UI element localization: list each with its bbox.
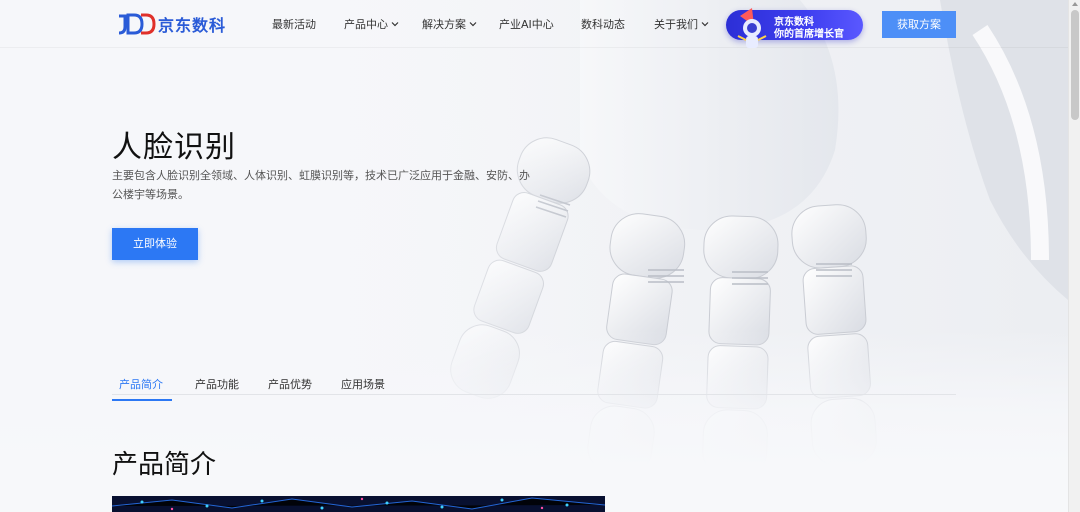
vertical-scrollbar[interactable] [1068,0,1080,512]
nav-item-products[interactable]: 产品中心 [344,16,399,32]
tab-active-indicator [112,399,172,401]
nav-item-solutions[interactable]: 解决方案 [422,16,477,32]
promo-line-2: 你的首席增长官 [774,29,844,40]
chevron-down-icon [469,22,477,27]
astronaut-icon [737,8,767,48]
tab-intro[interactable]: 产品简介 [119,376,163,392]
scroll-up-arrow-icon[interactable] [1072,2,1078,6]
section-tabs: 产品简介 产品功能 产品优势 应用场景 [112,370,956,401]
nav-item-label: 数科动态 [581,18,625,31]
tab-features[interactable]: 产品功能 [195,376,239,392]
nav-item-label: 最新活动 [272,18,316,31]
hero-fade-bottom [0,330,1068,512]
try-now-button[interactable]: 立即体验 [112,228,198,260]
product-intro-image [112,496,605,512]
hero-title: 人脸识别 [112,130,236,165]
tab-advantages[interactable]: 产品优势 [268,376,312,392]
promo-banner[interactable]: 京东数科 你的首席增长官 [726,8,863,48]
nav-item-ai-center[interactable]: 产业AI中心 [499,16,554,32]
nav-item-about[interactable]: 关于我们 [654,16,709,32]
nav-item-activities[interactable]: 最新活动 [272,16,316,32]
nav-item-label: 产品中心 [344,18,388,31]
jdd-logo-icon [118,13,156,35]
get-solution-button[interactable]: 获取方案 [882,11,956,38]
section-title: 产品简介 [112,450,217,480]
chevron-down-icon [701,22,709,27]
hero-description: 主要包含人脸识别全领域、人体识别、虹膜识别等，技术已广泛应用于金融、安防、办公楼… [112,169,530,201]
top-navbar: 京东数科 最新活动 产品中心 解决方案 产业AI中心 数科动态 关于我们 京东数… [0,0,1068,48]
chevron-down-icon [391,22,399,27]
nav-item-label: 解决方案 [422,18,466,31]
nav-item-label: 关于我们 [654,18,698,31]
scrollbar-thumb[interactable] [1071,10,1079,120]
logo-name: 京东数科 [158,16,227,35]
nav-item-news[interactable]: 数科动态 [581,16,625,32]
page: 京东数科 最新活动 产品中心 解决方案 产业AI中心 数科动态 关于我们 京东数… [0,0,1068,512]
nav-item-label: 产业AI中心 [499,18,554,31]
logo[interactable]: 京东数科 [116,12,226,36]
tab-scenarios[interactable]: 应用场景 [341,376,385,392]
